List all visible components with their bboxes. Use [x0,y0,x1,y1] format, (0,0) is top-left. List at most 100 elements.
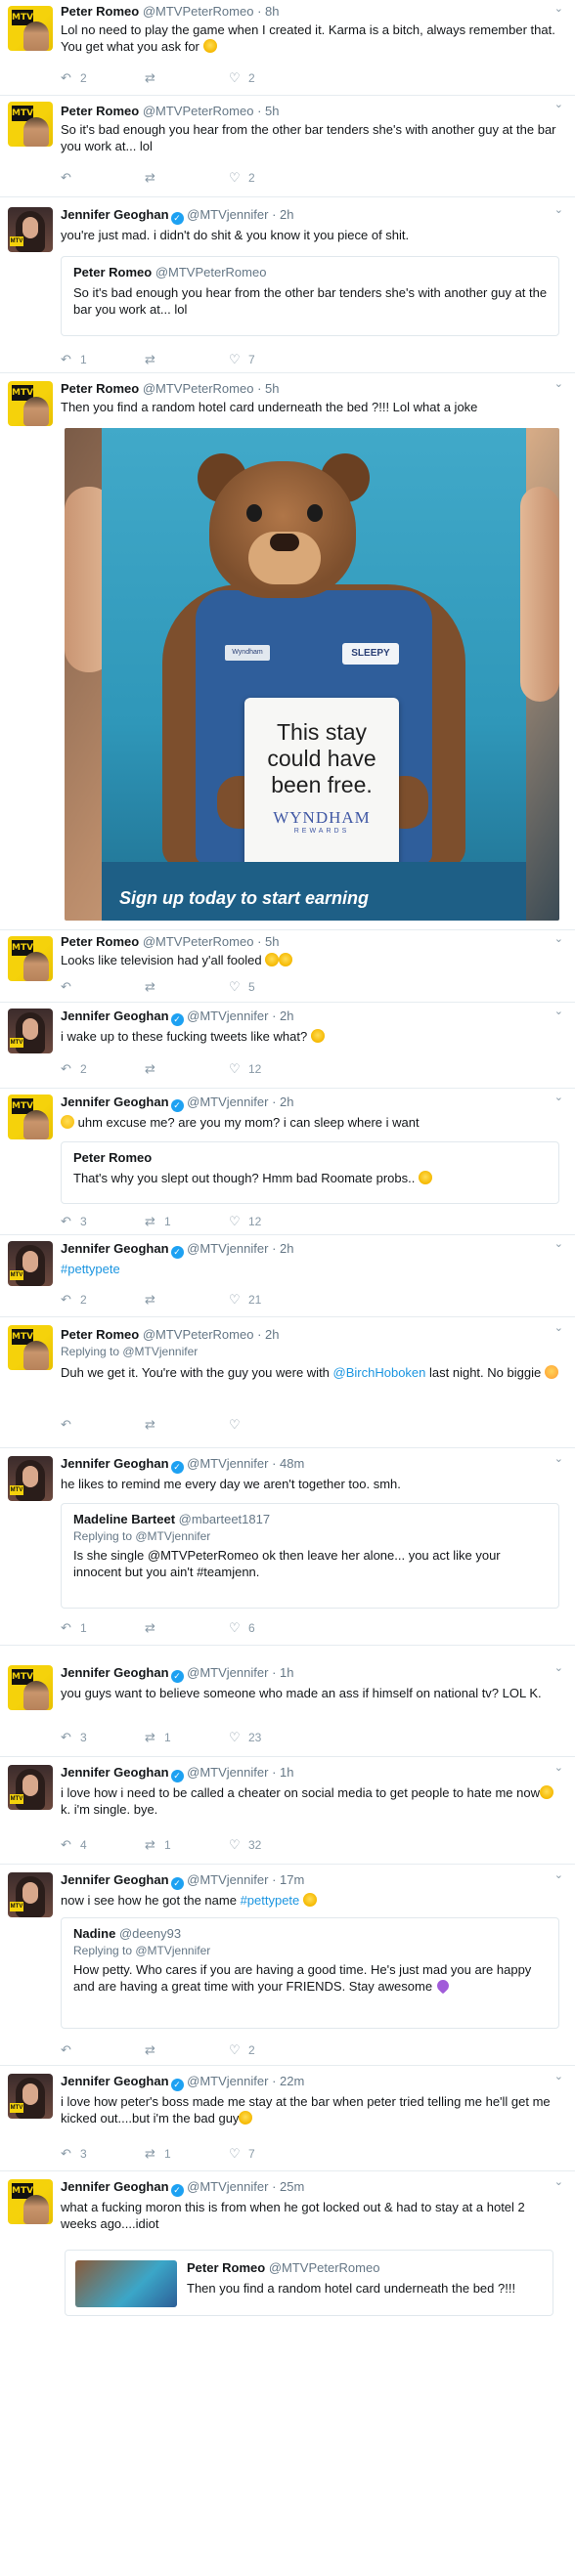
author-handle[interactable]: @MTVjennifer [187,1665,268,1680]
like-button[interactable]: ♡ 5 [229,979,255,995]
like-button[interactable]: ♡ 2 [229,2042,255,2058]
avatar[interactable]: MTV [8,1765,53,1810]
retweet-button[interactable]: ⇄ [145,1620,164,1636]
chevron-down-icon[interactable]: ⌄ [554,1321,563,1334]
quoted-tweet[interactable]: Peter Romeo That's why you slept out tho… [61,1141,559,1204]
avatar[interactable]: MTV [8,207,53,252]
tweet[interactable]: MTV Jennifer Geoghan ✓ @MTVjennifer · 1h … [0,1659,575,1757]
like-button[interactable]: ♡ 32 [229,1837,261,1853]
tweet-time[interactable]: 2h [265,1327,279,1342]
avatar[interactable]: MTV [8,2074,53,2119]
tweet[interactable]: MTV Peter Romeo @MTVPeterRomeo · 2h Repl… [0,1319,575,1448]
reply-button[interactable]: ↶ 4 [61,1837,87,1853]
tweet-time[interactable]: 2h [280,1241,293,1256]
author-name[interactable]: Jennifer Geoghan [61,1765,169,1780]
author-handle[interactable]: @MTVPeterRomeo [143,4,254,19]
mention-link[interactable]: @BirchHoboken [333,1365,426,1380]
tweet-time[interactable]: 2h [280,1095,293,1109]
avatar[interactable]: MTV [8,102,53,147]
quoted-tweet[interactable]: Peter Romeo @MTVPeterRomeo Then you find… [65,2250,553,2316]
chevron-down-icon[interactable]: ⌄ [554,1091,563,1103]
author-name[interactable]: Jennifer Geoghan [61,1872,169,1887]
reply-button[interactable]: ↶ 3 [61,1730,87,1745]
author-handle[interactable]: @MTVjennifer [187,1872,268,1887]
retweet-button[interactable]: ⇄ 1 [145,1214,171,1229]
tweet[interactable]: MTV Jennifer Geoghan ✓ @MTVjennifer · 1h … [0,1759,575,1865]
quoted-tweet[interactable]: Peter Romeo @MTVPeterRomeo So it's bad e… [61,256,559,336]
author-name[interactable]: Jennifer Geoghan [61,207,169,222]
tweet[interactable]: MTV Peter Romeo @MTVPeterRomeo · 5h So i… [0,96,575,197]
reply-button[interactable]: ↶ 2 [61,1292,87,1308]
author-handle[interactable]: @MTVjennifer [187,1241,268,1256]
tweet[interactable]: MTV Jennifer Geoghan ✓ @MTVjennifer · 2h … [0,201,575,373]
tweet-time[interactable]: 22m [280,2074,304,2088]
hashtag-link[interactable]: #pettypete [61,1261,561,1277]
reply-button[interactable]: ↶ 3 [61,1214,87,1229]
tweet-time[interactable]: 48m [280,1456,304,1471]
like-button[interactable]: ♡ 2 [229,70,255,86]
author-name[interactable]: Peter Romeo [61,1327,139,1342]
quoted-tweet[interactable]: Nadine @deeny93 Replying to @MTVjennifer… [61,1917,559,2029]
like-button[interactable]: ♡ 12 [229,1214,261,1229]
author-handle[interactable]: @MTVjennifer [187,1765,268,1780]
author-handle[interactable]: @MTVjennifer [187,1456,268,1471]
quoted-tweet[interactable]: Madeline Barteet @mbarteet1817 Replying … [61,1503,559,1609]
reply-button[interactable]: ↶ 2 [61,1061,87,1077]
chevron-down-icon[interactable]: ⌄ [554,377,563,390]
reply-button[interactable]: ↶ 2 [61,70,87,86]
like-button[interactable]: ♡ 21 [229,1292,261,1308]
chevron-down-icon[interactable]: ⌄ [554,98,563,110]
avatar[interactable]: MTV [8,1241,53,1286]
author-name[interactable]: Jennifer Geoghan [61,2074,169,2088]
reply-button[interactable]: ↶ 1 [61,1620,87,1636]
author-name[interactable]: Peter Romeo [61,4,139,19]
retweet-button[interactable]: ⇄ 1 [145,2146,171,2162]
reply-button[interactable]: ↶ [61,1417,80,1433]
avatar[interactable]: MTV [8,2179,53,2224]
like-button[interactable]: ♡ 23 [229,1730,261,1745]
tweet-time[interactable]: 1h [280,1765,293,1780]
chevron-down-icon[interactable]: ⌄ [554,203,563,216]
author-handle[interactable]: @MTVPeterRomeo [143,381,254,396]
author-name[interactable]: Jennifer Geoghan [61,1095,169,1109]
author-handle[interactable]: @MTVjennifer [187,1095,268,1109]
retweet-button[interactable]: ⇄ [145,352,164,367]
tweet[interactable]: MTV Jennifer Geoghan ✓ @MTVjennifer · 2h … [0,1089,575,1235]
retweet-button[interactable]: ⇄ 1 [145,1837,171,1853]
chevron-down-icon[interactable]: ⌄ [554,1452,563,1465]
author-name[interactable]: Peter Romeo [61,934,139,949]
author-name[interactable]: Jennifer Geoghan [61,1456,169,1471]
author-name[interactable]: Jennifer Geoghan [61,2179,169,2194]
avatar[interactable]: MTV [8,1872,53,1917]
tweet[interactable]: MTV Jennifer Geoghan ✓ @MTVjennifer · 17m… [0,1867,575,2066]
like-button[interactable]: ♡ [229,1417,248,1433]
chevron-down-icon[interactable]: ⌄ [554,2175,563,2188]
avatar[interactable]: MTV [8,381,53,426]
tweet[interactable]: MTV Jennifer Geoghan ✓ @MTVjennifer · 25m… [0,2173,575,2320]
author-name[interactable]: Jennifer Geoghan [61,1009,169,1023]
retweet-button[interactable]: ⇄ [145,170,164,186]
tweet-time[interactable]: 2h [280,1009,293,1023]
hashtag-link[interactable]: #pettypete [241,1893,300,1908]
retweet-button[interactable]: ⇄ [145,979,164,995]
author-name[interactable]: Jennifer Geoghan [61,1241,169,1256]
author-name[interactable]: Jennifer Geoghan [61,1665,169,1680]
tweet-time[interactable]: 5h [265,104,279,118]
avatar[interactable]: MTV [8,6,53,51]
retweet-button[interactable]: ⇄ [145,1292,164,1308]
chevron-down-icon[interactable]: ⌄ [554,2070,563,2082]
reply-button[interactable]: ↶ 1 [61,352,87,367]
retweet-button[interactable]: ⇄ 1 [145,1730,171,1745]
retweet-button[interactable]: ⇄ [145,2042,164,2058]
chevron-down-icon[interactable]: ⌄ [554,1761,563,1774]
tweet-time[interactable]: 2h [280,207,293,222]
reply-button[interactable]: ↶ [61,979,80,995]
like-button[interactable]: ♡ 7 [229,2146,255,2162]
tweet-photo[interactable]: Wyndham SLEEPY This stay could have been… [65,428,559,921]
like-button[interactable]: ♡ 6 [229,1620,255,1636]
replying-to[interactable]: Replying to @MTVjennifer [61,1345,561,1358]
author-handle[interactable]: @MTVPeterRomeo [143,104,254,118]
avatar[interactable]: MTV [8,1325,53,1370]
chevron-down-icon[interactable]: ⌄ [554,1237,563,1250]
retweet-button[interactable]: ⇄ [145,70,164,86]
